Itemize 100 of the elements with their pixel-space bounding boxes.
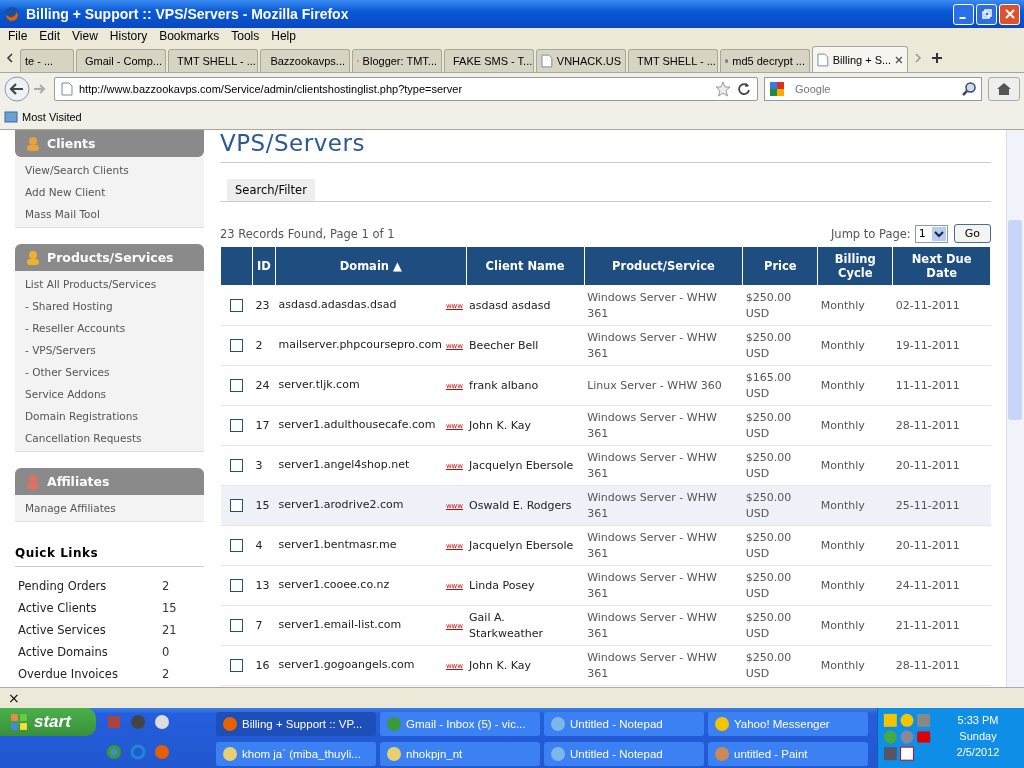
menu-item[interactable]: View	[66, 29, 104, 43]
close-button[interactable]	[999, 3, 1020, 25]
domain-link[interactable]: server.tljk.com	[278, 377, 360, 393]
bookmark-folder[interactable]: Most Visited	[4, 110, 82, 124]
row-checkbox[interactable]	[230, 299, 243, 312]
menu-item[interactable]: File	[2, 29, 34, 43]
table-cell: Monthly	[817, 405, 893, 446]
clock-day: Sunday	[959, 730, 997, 742]
menu-item[interactable]: Help	[265, 29, 302, 43]
domain-link[interactable]: server1.angel4shop.net	[278, 457, 410, 473]
row-checkbox[interactable]	[230, 459, 243, 472]
menu-item[interactable]: Bookmarks	[153, 29, 226, 43]
row-checkbox[interactable]	[230, 539, 243, 552]
column-header[interactable]: ID	[252, 247, 276, 286]
browser-tab[interactable]: Gmail - Comp...	[76, 49, 166, 72]
table-cell: 16	[252, 645, 276, 686]
sidebar-link[interactable]: Cancellation Requests	[15, 427, 204, 449]
browser-tab[interactable]: VNHACK.US	[536, 49, 626, 72]
taskbar-button[interactable]: untitled - Paint	[708, 742, 868, 766]
taskbar-button[interactable]: Billing + Support :: VP...	[216, 712, 376, 736]
quick-launch-icon[interactable]	[154, 714, 170, 730]
row-checkbox[interactable]	[230, 379, 243, 392]
page-select[interactable]: 1	[914, 224, 948, 243]
browser-tab[interactable]: Blogger: TMT...	[352, 49, 442, 72]
quick-link[interactable]: Pending Orders	[18, 575, 162, 597]
column-header[interactable]: Client Name	[466, 247, 585, 286]
taskbar-button[interactable]: khom ja` (miba_thuyli...	[216, 742, 376, 766]
sidebar-link[interactable]: Service Addons	[15, 383, 204, 405]
column-header[interactable]: Domain ▲	[275, 247, 467, 286]
domain-link[interactable]: server1.bentmasr.me	[278, 537, 397, 553]
browser-tab[interactable]: TMT SHELL - ...	[628, 49, 718, 72]
search-icon[interactable]	[961, 81, 977, 97]
domain-link[interactable]: server1.adulthousecafe.com	[278, 417, 436, 433]
row-checkbox[interactable]	[230, 419, 243, 432]
filter-tab[interactable]: Search/Filter	[227, 179, 315, 201]
domain-link[interactable]: asdasd.adasdas.dsad	[278, 297, 397, 313]
restore-button[interactable]	[976, 3, 997, 25]
taskbar-button[interactable]: Gmail - Inbox (5) - vic...	[380, 712, 540, 736]
engine-icon[interactable]	[769, 81, 785, 97]
back-forward-button[interactable]	[4, 76, 48, 102]
domain-link[interactable]: server1.email-list.com	[278, 617, 402, 633]
sidebar-link[interactable]: List All Products/Services	[15, 273, 204, 295]
browser-tab[interactable]: md5 decrypt ...	[720, 49, 810, 72]
taskbar-button[interactable]: Yahoo! Messenger	[708, 712, 868, 736]
sidebar-link[interactable]: View/Search Clients	[15, 159, 204, 181]
sidebar-link[interactable]: Mass Mail Tool	[15, 203, 204, 225]
quick-link[interactable]: Active Clients	[18, 597, 162, 619]
browser-tab[interactable]: Bazzookavps...	[260, 49, 350, 72]
minimize-button[interactable]	[953, 3, 974, 25]
row-checkbox[interactable]	[230, 339, 243, 352]
row-checkbox[interactable]	[230, 499, 243, 512]
quick-link[interactable]: Active Services	[18, 619, 162, 641]
column-header[interactable]: Product/Service	[584, 247, 743, 286]
sidebar-link[interactable]: Add New Client	[15, 181, 204, 203]
browser-tab[interactable]: Billing + S...	[812, 46, 908, 72]
close-icon[interactable]	[895, 55, 903, 64]
tray-icons-drawing[interactable]	[882, 712, 932, 762]
scroll-left-icon[interactable]	[5, 53, 15, 63]
sidebar-link[interactable]: - Other Services	[15, 361, 204, 383]
quick-link[interactable]: Active Domains	[18, 641, 162, 663]
menu-item[interactable]: History	[103, 29, 154, 43]
home-button[interactable]	[988, 77, 1020, 101]
sidebar-link[interactable]: - Reseller Accounts	[15, 317, 204, 339]
domain-link[interactable]: server1.cooee.co.nz	[278, 577, 390, 593]
domain-link[interactable]: mailserver.phpcoursepro.com	[278, 337, 442, 353]
row-checkbox[interactable]	[230, 579, 243, 592]
sidebar-link[interactable]: - Shared Hosting	[15, 295, 204, 317]
table-cell: frank albano	[466, 365, 585, 406]
browser-tab[interactable]: te - ...	[20, 49, 74, 72]
close-find-button[interactable]: ×	[8, 690, 20, 706]
column-header[interactable]: Price	[742, 247, 818, 286]
table-cell: Windows Server - WHW 361	[584, 285, 743, 326]
scrollbar[interactable]	[1006, 130, 1024, 687]
star-icon[interactable]	[715, 81, 731, 97]
table-cell: Jacquelyn Ebersole	[466, 445, 585, 486]
domain-link[interactable]: server1.gogoangels.com	[278, 657, 415, 673]
sidebar-link[interactable]: Domain Registrations	[15, 405, 204, 427]
taskbar-button[interactable]: nhokpjn_nt	[380, 742, 540, 766]
table-cell: Linux Server - WHW 360	[584, 365, 743, 406]
taskbar-button[interactable]: Untitled - Notepad	[544, 742, 704, 766]
browser-tab[interactable]: FAKE SMS - T...	[444, 49, 534, 72]
row-checkbox[interactable]	[230, 659, 243, 672]
browser-tab[interactable]: TMT SHELL - ...	[168, 49, 258, 72]
menu-item[interactable]: Tools	[225, 29, 266, 43]
go-button[interactable]: Go	[953, 224, 991, 243]
reload-icon[interactable]	[737, 82, 751, 96]
clock-time: 5:33 PM	[957, 714, 999, 726]
taskbar-button[interactable]: Untitled - Notepad	[544, 712, 704, 736]
column-header[interactable]: Billing Cycle	[817, 247, 893, 286]
row-checkbox[interactable]	[230, 619, 243, 632]
sidebar-link[interactable]: - VPS/Servers	[15, 339, 204, 361]
quick-link[interactable]: Overdue Invoices	[18, 663, 162, 685]
table-cell: Windows Server - WHW 361	[584, 525, 743, 566]
address-field[interactable]: http://www.bazzookavps.com/Service/admin/clientshostinglist.php?type=server	[54, 77, 758, 101]
table-cell: Beecher Bell	[466, 325, 585, 366]
new-tab-icon[interactable]	[931, 52, 943, 64]
menu-item[interactable]: Edit	[33, 29, 67, 43]
domain-link[interactable]: server1.arodrive2.com	[278, 497, 404, 513]
search-field[interactable]: Google	[764, 77, 982, 101]
column-header[interactable]: Next Due Date	[892, 247, 991, 286]
